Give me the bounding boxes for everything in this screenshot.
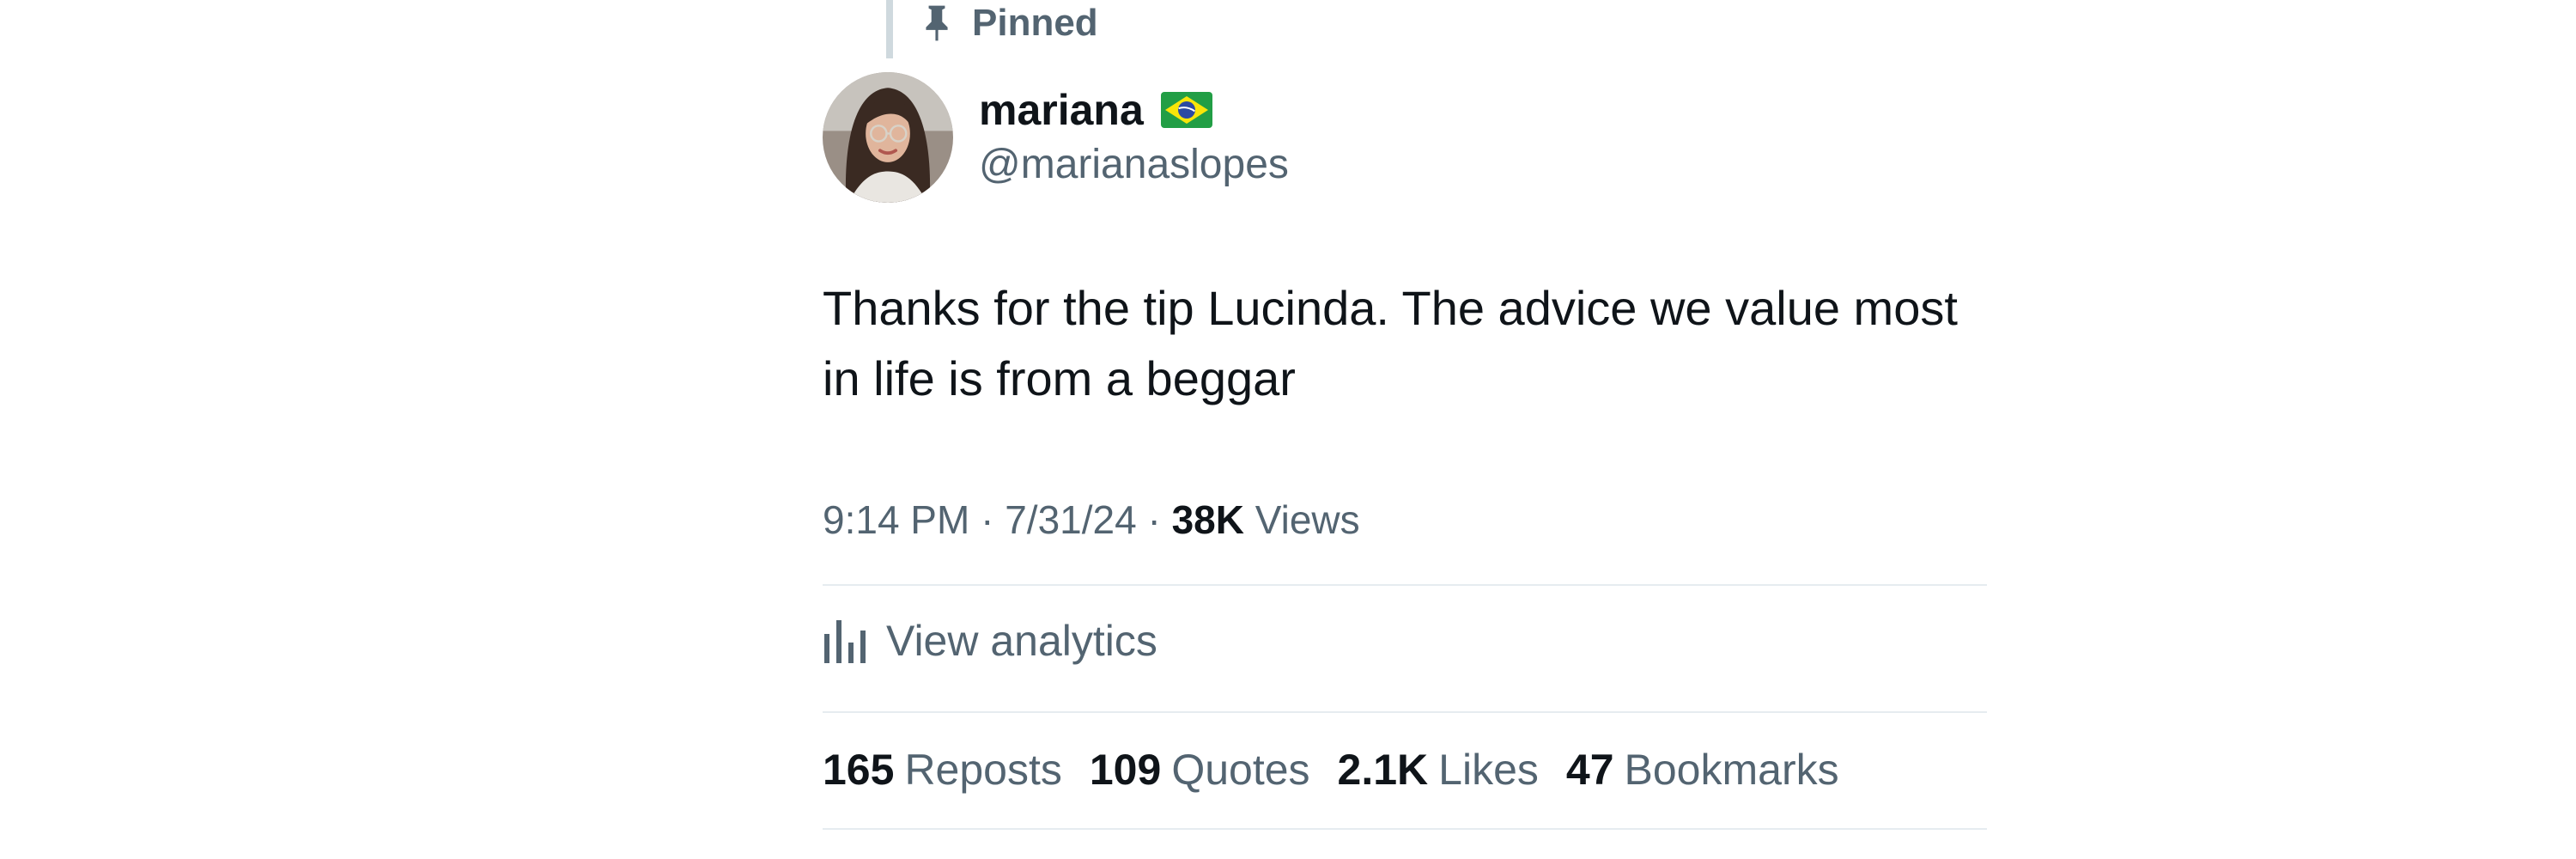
engagement-stats: 165 Reposts 109 Quotes 2.1K Likes 47 Boo… <box>823 739 1839 801</box>
display-name-row[interactable]: mariana <box>979 82 1289 137</box>
view-analytics-button[interactable]: View analytics <box>823 610 1157 672</box>
bookmarks-stat[interactable]: 47 Bookmarks <box>1566 745 1839 795</box>
view-analytics-label[interactable]: View analytics <box>886 616 1157 666</box>
likes-stat[interactable]: 2.1K Likes <box>1338 745 1539 795</box>
tweet-meta: 9:14 PM · 7/31/24 · 38K Views <box>823 490 1360 550</box>
divider <box>823 584 1987 586</box>
reposts-count: 165 <box>823 746 895 794</box>
pinned-label: Pinned <box>972 2 1098 44</box>
display-name[interactable]: mariana <box>979 82 1144 137</box>
bookmarks-count: 47 <box>1565 746 1614 794</box>
brazil-flag-icon <box>1160 92 1212 128</box>
quotes-stat[interactable]: 109 Quotes <box>1090 745 1310 795</box>
thread-line <box>886 0 893 58</box>
tweet-time[interactable]: 9:14 PM <box>823 497 969 542</box>
quotes-count: 109 <box>1089 746 1162 794</box>
meta-separator: · <box>981 497 994 542</box>
avatar[interactable] <box>823 72 953 203</box>
likes-count: 2.1K <box>1337 746 1429 794</box>
pin-icon <box>926 5 948 41</box>
user-info: mariana @marianaslopes <box>979 82 1289 192</box>
user-handle[interactable]: @marianaslopes <box>979 137 1289 192</box>
reposts-label: Reposts <box>904 746 1062 794</box>
bookmarks-label: Bookmarks <box>1624 746 1839 794</box>
divider <box>823 711 1987 713</box>
meta-separator: · <box>1147 497 1161 542</box>
views-count: 38K <box>1171 497 1244 542</box>
pinned-indicator: Pinned <box>920 0 1098 46</box>
views-label: Views <box>1255 497 1360 542</box>
analytics-icon <box>824 620 866 663</box>
tweet-date[interactable]: 7/31/24 <box>1005 497 1136 542</box>
reposts-stat[interactable]: 165 Reposts <box>823 745 1062 795</box>
divider <box>823 828 1987 830</box>
quotes-label: Quotes <box>1171 746 1310 794</box>
likes-label: Likes <box>1438 746 1539 794</box>
tweet-text: Thanks for the tip Lucinda. The advice w… <box>823 281 1958 405</box>
avatar-image <box>823 72 953 203</box>
